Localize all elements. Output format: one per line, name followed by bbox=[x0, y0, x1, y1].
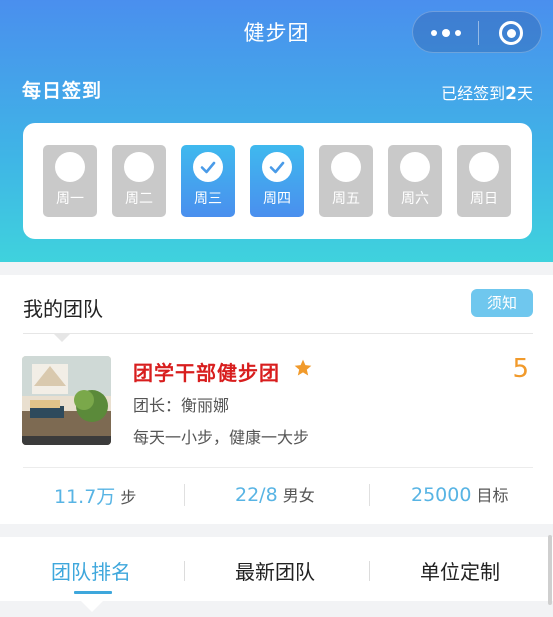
day-label: 周三 bbox=[194, 191, 222, 207]
day-label: 周日 bbox=[470, 191, 498, 207]
pointer-caret bbox=[54, 334, 70, 342]
day-label: 周五 bbox=[332, 191, 360, 207]
signin-count: 已经签到2天 bbox=[441, 84, 533, 104]
stat-separator bbox=[184, 484, 185, 506]
stat-separator bbox=[369, 484, 370, 506]
miniprogram-capsule bbox=[412, 11, 542, 53]
day-label: 周四 bbox=[263, 191, 291, 207]
stat-value: 25000 bbox=[411, 484, 472, 506]
stat-gender-ratio: 22/8 男女 bbox=[235, 482, 315, 506]
week-signin-card: 周一 周二 周三 周四 周五 周六 周日 bbox=[23, 123, 532, 239]
active-tab-indicator bbox=[74, 591, 112, 594]
tab-separator bbox=[369, 561, 370, 581]
empty-circle-icon bbox=[469, 152, 499, 182]
empty-circle-icon bbox=[124, 152, 154, 182]
empty-circle-icon bbox=[55, 152, 85, 182]
more-dots-icon bbox=[454, 30, 461, 36]
team-leader: 团长：衡丽娜 bbox=[133, 396, 230, 415]
stat-value: 22/8 bbox=[235, 484, 278, 506]
team-photo bbox=[22, 356, 111, 445]
notice-button[interactable]: 须知 bbox=[471, 289, 533, 317]
stat-unit: 目标 bbox=[476, 486, 509, 505]
day-label: 周一 bbox=[56, 191, 84, 207]
team-card[interactable]: 团学干部健步团 5 团长：衡丽娜 每天一小步，健康一大步 bbox=[0, 345, 553, 455]
day-tuesday[interactable]: 周二 bbox=[112, 145, 166, 217]
more-dots-icon bbox=[441, 29, 450, 37]
tab-team-ranking[interactable]: 团队排名 bbox=[51, 556, 131, 585]
signin-title: 每日签到 bbox=[22, 80, 103, 102]
tab-unit-custom[interactable]: 单位定制 bbox=[420, 556, 500, 585]
stat-steps: 11.7万 步 bbox=[54, 482, 136, 509]
day-saturday[interactable]: 周六 bbox=[388, 145, 442, 217]
target-circle-icon bbox=[499, 21, 523, 45]
day-wednesday[interactable]: 周三 bbox=[181, 145, 235, 217]
day-thursday[interactable]: 周四 bbox=[250, 145, 304, 217]
pointer-caret bbox=[81, 601, 103, 612]
header-background: 健步团 每日签到 已经签到2天 周一 周二 周三 周四 周五 周六 周日 bbox=[0, 0, 553, 262]
empty-circle-icon bbox=[400, 152, 430, 182]
check-icon bbox=[193, 152, 223, 182]
stat-unit: 男女 bbox=[282, 486, 315, 505]
check-icon bbox=[262, 152, 292, 182]
more-dots-icon bbox=[430, 30, 437, 36]
stat-unit: 步 bbox=[120, 488, 137, 507]
tab-bar: 团队排名 最新团队 单位定制 bbox=[0, 537, 553, 601]
team-rank: 5 bbox=[512, 354, 529, 384]
my-team-section: 我的团队 须知 团学干部健步团 5 团长：衡丽娜 每天一小步，健康一大步 11.… bbox=[0, 275, 553, 524]
day-sunday[interactable]: 周日 bbox=[457, 145, 511, 217]
day-label: 周二 bbox=[125, 191, 153, 207]
team-slogan: 每天一小步，健康一大步 bbox=[133, 428, 310, 447]
divider bbox=[23, 467, 533, 468]
day-monday[interactable]: 周一 bbox=[43, 145, 97, 217]
day-friday[interactable]: 周五 bbox=[319, 145, 373, 217]
tab-separator bbox=[184, 561, 185, 581]
section-title: 我的团队 bbox=[23, 297, 103, 321]
tab-latest-teams[interactable]: 最新团队 bbox=[235, 556, 315, 585]
team-name: 团学干部健步团 bbox=[133, 361, 280, 385]
scrollbar[interactable] bbox=[548, 535, 552, 605]
stat-value: 11.7万 bbox=[54, 486, 116, 508]
divider bbox=[23, 333, 533, 334]
day-label: 周六 bbox=[401, 191, 429, 207]
star-icon bbox=[293, 358, 313, 382]
close-miniprogram-button[interactable] bbox=[479, 12, 543, 54]
stat-goal: 25000 目标 bbox=[411, 482, 509, 506]
more-menu-button[interactable] bbox=[413, 12, 478, 54]
empty-circle-icon bbox=[331, 152, 361, 182]
